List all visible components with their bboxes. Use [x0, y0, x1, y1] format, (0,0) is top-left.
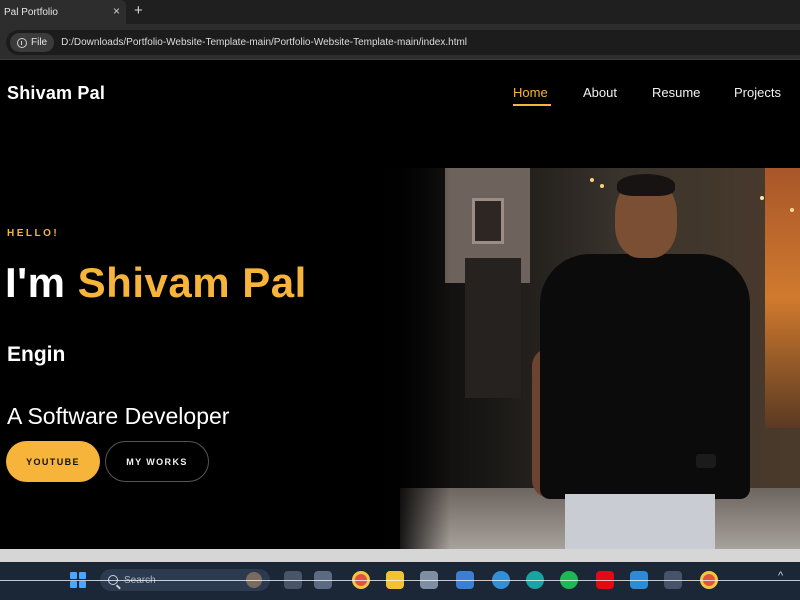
new-tab-icon[interactable]: + [134, 2, 143, 20]
hero-role: A Software Developer [7, 403, 230, 429]
url-text[interactable]: D:/Downloads/Portfolio-Website-Template-… [61, 37, 467, 48]
person-hair [617, 174, 675, 196]
nav-resume[interactable]: Resume [652, 85, 700, 100]
browser-tab[interactable]: Pal Portfolio × [0, 0, 126, 24]
nav-active-underline [513, 104, 551, 106]
next-section-strip [0, 549, 800, 562]
info-icon [17, 37, 27, 48]
youtube-button[interactable]: YOUTUBE [6, 441, 100, 482]
hero-headline: I'm Shivam Pal [5, 259, 307, 307]
main-nav: Home About Resume Projects [0, 85, 800, 106]
browser-toolbar: File D:/Downloads/Portfolio-Website-Temp… [0, 24, 800, 60]
tab-close-icon[interactable]: × [113, 4, 120, 18]
headline-prefix: I'm [5, 259, 78, 306]
browser-tab-strip: Pal Portfolio × + [0, 0, 800, 24]
person-watch [696, 454, 716, 468]
photo-background-frame [472, 198, 504, 244]
site-info-chip[interactable]: File [10, 33, 55, 52]
nav-projects[interactable]: Projects [734, 85, 781, 100]
nav-about[interactable]: About [583, 85, 617, 100]
photo-background-lights [590, 178, 594, 182]
headline-name: Shivam Pal [77, 259, 307, 306]
my-works-button[interactable]: MY WORKS [105, 441, 209, 482]
photo-background-stand [465, 258, 521, 398]
hero-photo [360, 168, 800, 549]
hero-greeting: HELLO! [7, 228, 60, 239]
nav-home[interactable]: Home [513, 85, 548, 100]
typed-text: Engin [7, 343, 66, 366]
tab-title: Pal Portfolio [4, 6, 58, 18]
person-jeans [565, 494, 715, 549]
file-chip-label: File [31, 37, 48, 48]
video-scan-line [0, 580, 800, 581]
address-bar[interactable]: File D:/Downloads/Portfolio-Website-Temp… [6, 30, 800, 55]
photo-background-right [765, 168, 800, 428]
person-shirt [540, 254, 750, 499]
page-viewport: Shivam Pal Home About Resume Projects HE… [0, 61, 800, 549]
photo-fade-edge [360, 168, 450, 549]
